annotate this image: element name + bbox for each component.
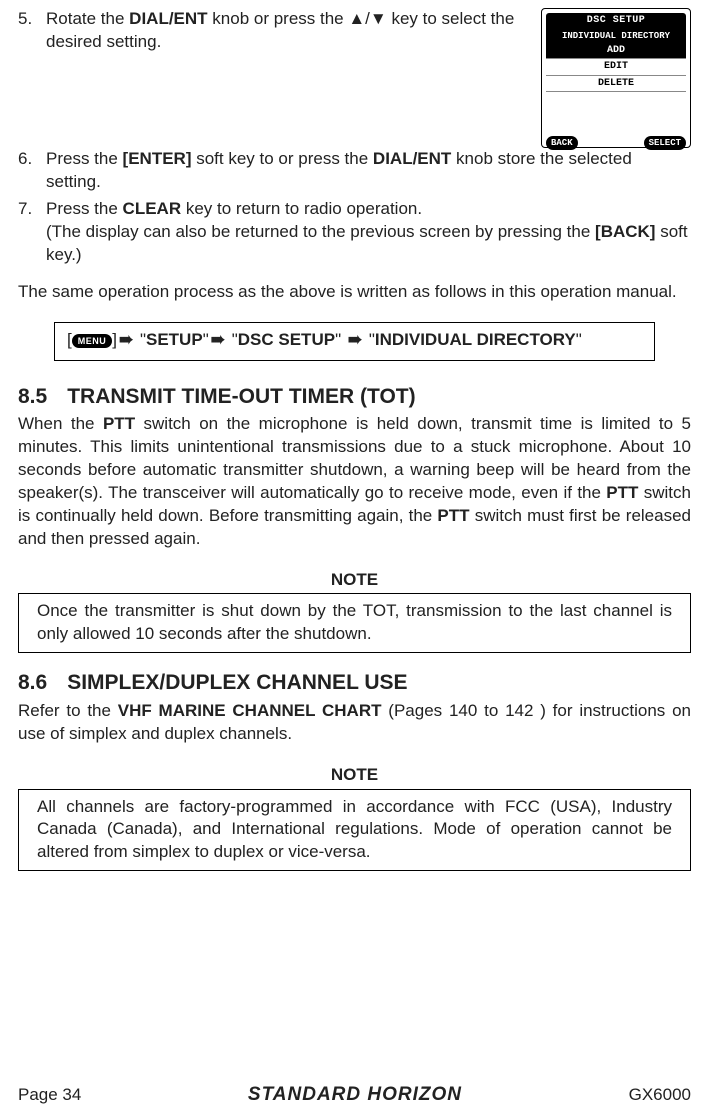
step-text: Press the CLEAR key to return to radio o…	[46, 198, 691, 267]
section-heading-85: 8.5 TRANSMIT TIME-OUT TIMER (TOT)	[18, 383, 691, 411]
quote: "	[576, 330, 582, 349]
note-label: NOTE	[18, 569, 691, 592]
breadcrumb-item: INDIVIDUAL DIRECTORY	[375, 330, 576, 349]
lcd-softkey-select: SELECT	[644, 136, 686, 150]
bold: PTT	[103, 414, 135, 433]
step-text: Press the [ENTER] soft key to or press t…	[46, 148, 691, 194]
model-number: GX6000	[629, 1084, 691, 1107]
quote: "	[335, 330, 341, 349]
section-title: TRANSMIT TIME-OUT TIMER (TOT)	[67, 383, 415, 411]
lcd-screen: DSC SETUP INDIVIDUAL DIRECTORY ADD EDIT …	[541, 8, 691, 148]
lcd-item-edit: EDIT	[546, 59, 686, 76]
menu-breadcrumb: [MENU]➠ "SETUP"➠ "DSC SETUP" ➠ "INDIVIDU…	[54, 322, 655, 361]
note-label: NOTE	[18, 764, 691, 787]
lcd-softkey-back: BACK	[546, 136, 578, 150]
section-title: SIMPLEX/DUPLEX CHANNEL USE	[67, 669, 407, 697]
page-number: Page 34	[18, 1084, 81, 1107]
step-6: 6. Press the [ENTER] soft key to or pres…	[18, 148, 691, 194]
text: Press the	[46, 149, 123, 168]
bold: CLEAR	[123, 199, 182, 218]
bold: PTT	[437, 506, 469, 525]
text: Refer to the	[18, 701, 118, 720]
lcd-title: DSC SETUP	[546, 13, 686, 29]
quote: "	[203, 330, 209, 349]
step-number: 6.	[18, 148, 46, 194]
step-number: 7.	[18, 198, 46, 267]
arrow-icon: ➠	[348, 329, 362, 352]
bold: PTT	[606, 483, 638, 502]
arrow-icon: ➠	[211, 329, 225, 352]
menu-pill: MENU	[72, 334, 113, 348]
lcd-item-delete: DELETE	[546, 76, 686, 93]
bold: DIAL/ENT	[373, 149, 451, 168]
lcd-item-add: ADD	[546, 43, 686, 60]
section-number: 8.6	[18, 669, 47, 697]
text: soft key to or press the	[192, 149, 373, 168]
section-86-paragraph: Refer to the VHF MARINE CHANNEL CHART (P…	[18, 700, 691, 746]
breadcrumb-item: SETUP	[146, 330, 203, 349]
note-box-2: All channels are factory-programmed in a…	[18, 789, 691, 872]
text: Rotate the	[46, 9, 129, 28]
bold: DIAL/ENT	[129, 9, 207, 28]
section-number: 8.5	[18, 383, 47, 411]
bold: [BACK]	[595, 222, 655, 241]
note-box-1: Once the transmitter is shut down by the…	[18, 593, 691, 653]
lcd-subtitle: INDIVIDUAL DIRECTORY	[546, 29, 686, 43]
same-operation-paragraph: The same operation process as the above …	[18, 281, 691, 304]
step-5: 5. Rotate the DIAL/ENT knob or press the…	[18, 8, 531, 54]
text: (The display can also be returned to the…	[46, 222, 595, 241]
brand-logo: STANDARD HORIZON	[248, 1082, 462, 1108]
arrow-icon: ➠	[119, 329, 133, 352]
section-85-paragraph: When the PTT switch on the microphone is…	[18, 413, 691, 551]
step-text: Rotate the DIAL/ENT knob or press the ▲/…	[46, 8, 531, 54]
step-5-row: 5. Rotate the DIAL/ENT knob or press the…	[18, 8, 691, 148]
step-number: 5.	[18, 8, 46, 54]
text: When the	[18, 414, 103, 433]
bold: VHF MARINE CHANNEL CHART	[118, 701, 382, 720]
section-heading-86: 8.6 SIMPLEX/DUPLEX CHANNEL USE	[18, 669, 691, 697]
page-footer: Page 34 STANDARD HORIZON GX6000	[18, 1082, 691, 1108]
step-7: 7. Press the CLEAR key to return to radi…	[18, 198, 691, 267]
bold: [ENTER]	[123, 149, 192, 168]
breadcrumb-item: DSC SETUP	[238, 330, 335, 349]
text: Press the	[46, 199, 123, 218]
text: key to return to radio operation.	[181, 199, 422, 218]
